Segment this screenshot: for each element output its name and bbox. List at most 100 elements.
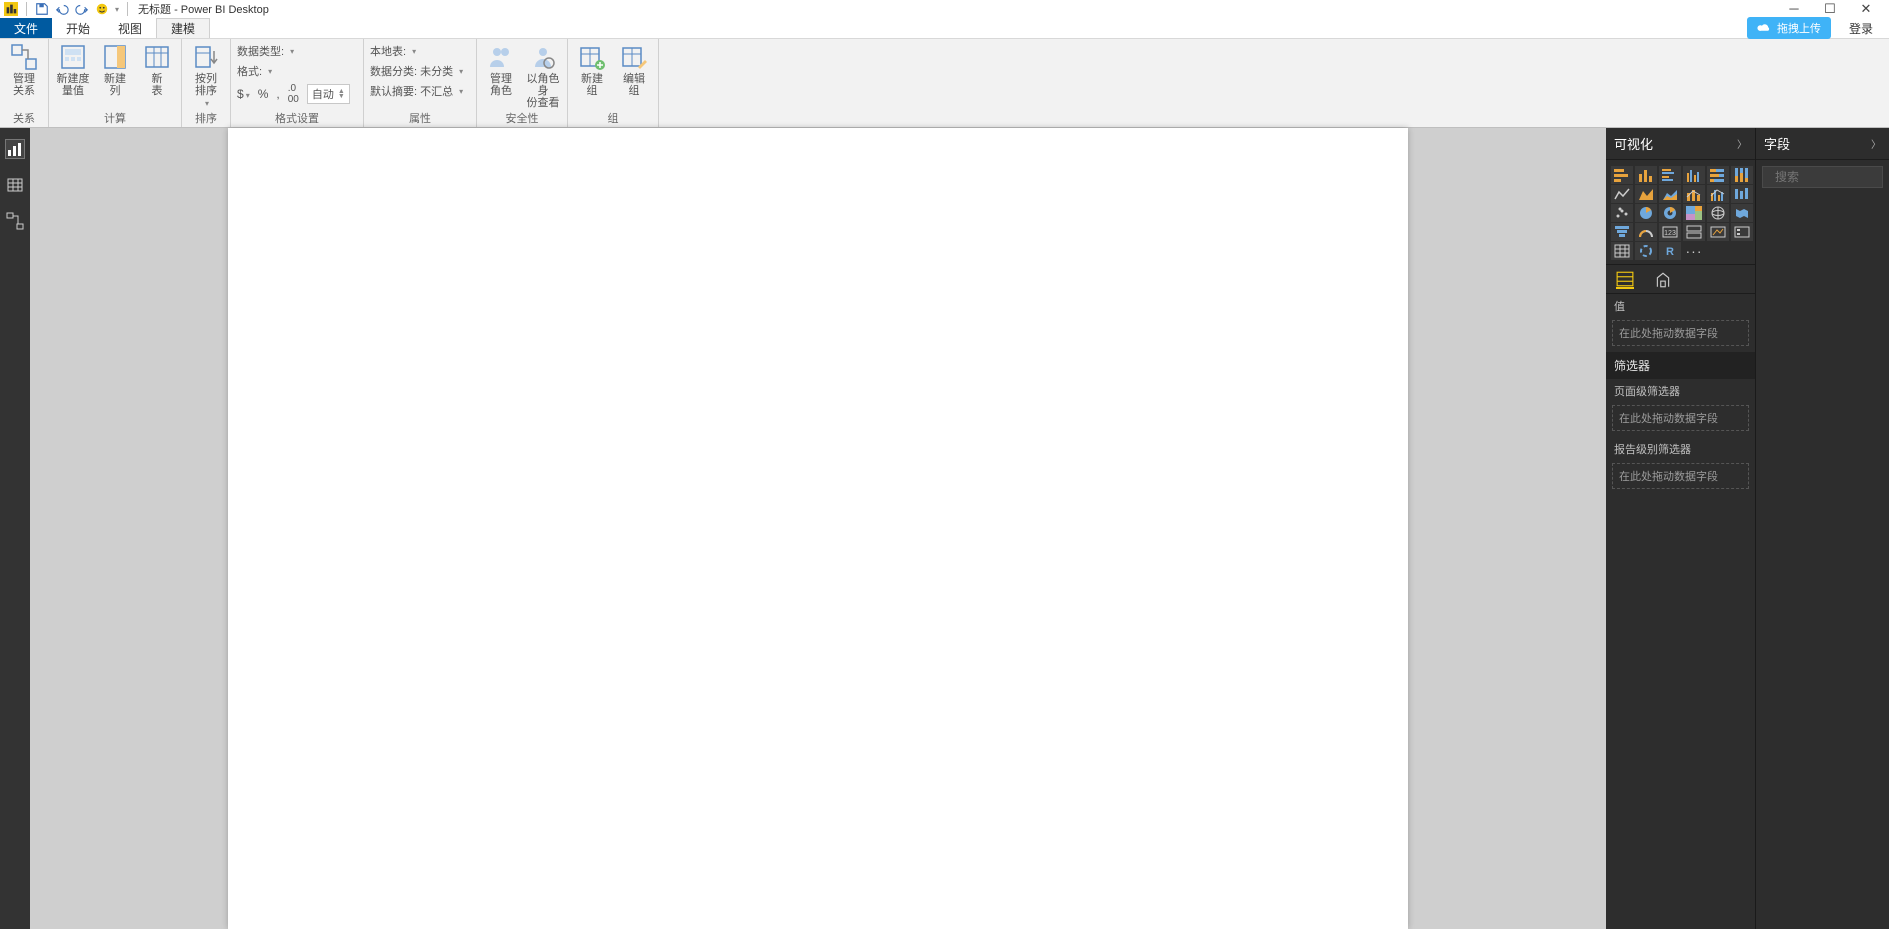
card-icon[interactable]: 123 <box>1659 223 1681 241</box>
scatter-chart-icon[interactable] <box>1611 204 1633 222</box>
new-measure-button[interactable]: 新建度 量值 <box>55 41 91 97</box>
tab-home[interactable]: 开始 <box>52 18 104 38</box>
left-view-rail <box>0 128 30 929</box>
visualizations-header: 可视化 <box>1614 134 1653 153</box>
stacked-bar-chart-icon[interactable] <box>1611 166 1633 184</box>
line-stacked-column-icon[interactable] <box>1683 185 1705 203</box>
pie-chart-icon[interactable] <box>1635 204 1657 222</box>
clustered-bar-chart-icon[interactable] <box>1659 166 1681 184</box>
values-dropzone[interactable]: 在此处拖动数据字段 <box>1612 320 1749 346</box>
report-filters-label: 报告级别筛选器 <box>1606 437 1755 461</box>
r-visual-icon[interactable]: R <box>1659 242 1681 260</box>
decimal-button[interactable]: .000 <box>288 83 299 105</box>
gauge-icon[interactable] <box>1635 223 1657 241</box>
undo-icon[interactable] <box>55 2 69 16</box>
window-title: 无标题 - Power BI Desktop <box>138 1 269 17</box>
edit-group-button[interactable]: 编辑 组 <box>616 41 652 97</box>
save-icon[interactable] <box>35 2 49 16</box>
smiley-icon[interactable] <box>95 2 109 16</box>
filled-map-icon[interactable] <box>1731 204 1753 222</box>
line-chart-icon[interactable] <box>1611 185 1633 203</box>
fields-search-input[interactable] <box>1775 170 1889 184</box>
group-security-label: 安全性 <box>483 110 561 127</box>
format-tab-icon[interactable] <box>1654 271 1672 289</box>
tab-modeling[interactable]: 建模 <box>156 18 210 38</box>
page-filters-dropzone[interactable]: 在此处拖动数据字段 <box>1612 405 1749 431</box>
stacked-area-chart-icon[interactable] <box>1659 185 1681 203</box>
data-category-dropdown[interactable]: 数据分类: 未分类 <box>370 63 470 79</box>
table-visual-icon[interactable] <box>1611 242 1633 260</box>
data-type-dropdown[interactable]: 数据类型: <box>237 43 357 59</box>
format-dropdown[interactable]: 格式: <box>237 63 357 79</box>
area-chart-icon[interactable] <box>1635 185 1657 203</box>
new-group-button[interactable]: 新建 组 <box>574 41 610 97</box>
minimize-button[interactable]: ─ <box>1781 1 1807 17</box>
page-filters-label: 页面级筛选器 <box>1606 379 1755 403</box>
upload-label: 拖拽上传 <box>1777 20 1821 36</box>
data-view-icon[interactable] <box>6 176 24 194</box>
ribbon-chart-icon[interactable] <box>1731 185 1753 203</box>
fields-search[interactable] <box>1762 166 1883 188</box>
report-view-icon[interactable] <box>6 140 24 158</box>
comma-button[interactable]: , <box>276 87 279 101</box>
visualizations-panel: 可视化 〉 <box>1606 128 1756 929</box>
report-page[interactable] <box>228 128 1408 929</box>
hundred-stacked-bar-icon[interactable] <box>1707 166 1729 184</box>
group-properties-label: 属性 <box>370 110 470 127</box>
ribbon: 管理 关系 关系 新建度 量值 新建 列 新 表 计算 按列 排序 <box>0 38 1889 128</box>
group-format-label: 格式设置 <box>237 110 357 127</box>
new-table-button[interactable]: 新 表 <box>139 41 175 97</box>
report-filters-dropzone[interactable]: 在此处拖动数据字段 <box>1612 463 1749 489</box>
percent-button[interactable]: % <box>258 87 269 101</box>
line-clustered-column-icon[interactable] <box>1707 185 1729 203</box>
app-icon <box>4 2 18 16</box>
currency-button[interactable]: $ <box>237 87 250 101</box>
default-summarization-dropdown[interactable]: 默认摘要: 不汇总 <box>370 83 470 99</box>
sort-by-column-button[interactable]: 按列 排序 <box>188 41 224 103</box>
values-label: 值 <box>1606 294 1755 318</box>
fields-header: 字段 <box>1764 134 1790 153</box>
collapse-fields-icon[interactable]: 〉 <box>1871 136 1881 151</box>
treemap-icon[interactable] <box>1683 204 1705 222</box>
kpi-icon[interactable] <box>1707 223 1729 241</box>
canvas-area <box>30 128 1606 929</box>
clustered-column-chart-icon[interactable] <box>1683 166 1705 184</box>
more-visuals-icon[interactable]: ··· <box>1683 242 1705 260</box>
qat-dropdown-icon[interactable]: ▾ <box>115 5 119 14</box>
multi-row-card-icon[interactable] <box>1683 223 1705 241</box>
group-relationships-label: 关系 <box>6 110 42 127</box>
upload-button[interactable]: 拖拽上传 <box>1747 17 1831 39</box>
decimal-places-input[interactable]: 自动 ▲▼ <box>307 84 350 104</box>
view-as-roles-button[interactable]: 以角色身 份查看 <box>525 41 561 109</box>
funnel-chart-icon[interactable] <box>1611 223 1633 241</box>
new-column-button[interactable]: 新建 列 <box>97 41 133 97</box>
group-groups-label: 组 <box>574 110 652 127</box>
menu-tabs: 文件 开始 视图 建模 拖拽上传 登录 <box>0 18 1889 38</box>
maximize-button[interactable]: ☐ <box>1817 1 1843 17</box>
login-button[interactable]: 登录 <box>1849 20 1873 37</box>
cloud-icon <box>1757 21 1771 35</box>
collapse-viz-icon[interactable]: 〉 <box>1737 136 1747 151</box>
titlebar: ▾ 无标题 - Power BI Desktop ─ ☐ ✕ <box>0 0 1889 18</box>
hundred-stacked-column-icon[interactable] <box>1731 166 1753 184</box>
slicer-icon[interactable] <box>1731 223 1753 241</box>
visualization-gallery: 123 R ··· <box>1606 160 1755 264</box>
stacked-column-chart-icon[interactable] <box>1635 166 1657 184</box>
matrix-visual-icon[interactable] <box>1635 242 1657 260</box>
fields-tab-icon[interactable] <box>1616 271 1634 289</box>
close-button[interactable]: ✕ <box>1853 1 1879 17</box>
model-view-icon[interactable] <box>6 212 24 230</box>
svg-text:123: 123 <box>1664 230 1676 237</box>
tab-view[interactable]: 视图 <box>104 18 156 38</box>
manage-roles-button[interactable]: 管理 角色 <box>483 41 519 97</box>
tab-file[interactable]: 文件 <box>0 18 52 38</box>
fields-panel: 字段 〉 <box>1756 128 1889 929</box>
svg-text:R: R <box>1666 246 1674 258</box>
donut-chart-icon[interactable] <box>1659 204 1681 222</box>
redo-icon[interactable] <box>75 2 89 16</box>
manage-relationships-button[interactable]: 管理 关系 <box>6 41 42 97</box>
group-calc-label: 计算 <box>55 110 175 127</box>
group-sort-label: 排序 <box>188 110 224 127</box>
map-icon[interactable] <box>1707 204 1729 222</box>
home-table-dropdown[interactable]: 本地表: <box>370 43 470 59</box>
